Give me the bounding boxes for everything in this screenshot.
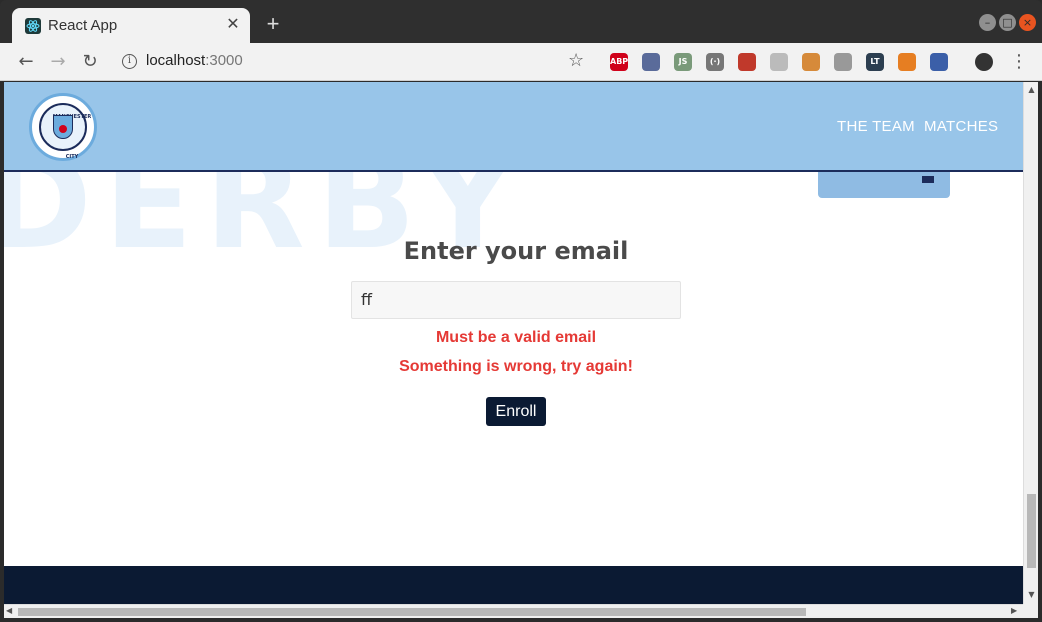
tiger-extension-icon[interactable] xyxy=(898,53,916,71)
enroll-form-title: Enter your email xyxy=(403,237,629,265)
enroll-button[interactable]: Enroll xyxy=(486,397,546,426)
nav-link-matches[interactable]: MATCHES xyxy=(924,118,998,135)
vertical-scroll-thumb[interactable] xyxy=(1027,494,1036,568)
browser-menu-icon[interactable]: ⋮ xyxy=(1010,51,1028,72)
scrollbar-corner xyxy=(1023,604,1038,618)
site-footer xyxy=(4,566,1023,604)
color-extension-icon[interactable] xyxy=(642,53,660,71)
page-viewport: MANCHESTER CITY THE TEAM MATCHES DERBY E… xyxy=(4,82,1023,604)
window-maximize-button[interactable]: □ xyxy=(999,14,1016,31)
submit-error-message: Something is wrong, try again! xyxy=(399,358,633,375)
window-minimize-button[interactable]: – xyxy=(979,14,996,31)
url-host: localhost xyxy=(146,52,206,69)
back-arrow-icon[interactable]: ← xyxy=(15,51,37,73)
timer-extension-icon[interactable] xyxy=(770,53,788,71)
browser-titlebar: React App ✕ + – □ × xyxy=(0,0,1042,43)
email-validation-error: Must be a valid email xyxy=(435,329,597,346)
url-port: :3000 xyxy=(205,52,243,69)
horizontal-scrollbar[interactable]: ◀ ▶ xyxy=(4,604,1023,618)
crest-rose-icon xyxy=(59,125,67,133)
cookie-extension-icon[interactable] xyxy=(802,53,820,71)
crest-ring: MANCHESTER CITY xyxy=(39,103,91,160)
forward-arrow-icon[interactable]: → xyxy=(47,51,69,73)
save-extension-icon[interactable] xyxy=(930,53,948,71)
browser-tab[interactable]: React App ✕ xyxy=(12,8,250,43)
tab-title: React App xyxy=(48,17,118,34)
profile-avatar-icon[interactable] xyxy=(975,53,993,71)
scroll-left-arrow-icon[interactable]: ◀ xyxy=(6,606,12,615)
bookmark-star-icon[interactable]: ☆ xyxy=(568,50,584,71)
browser-toolbar: ← → ↻ i localhost:3000 ☆ ABP JS (·) LT ⋮ xyxy=(0,43,1042,81)
horizontal-scroll-thumb[interactable] xyxy=(18,608,806,616)
site-header: MANCHESTER CITY THE TEAM MATCHES xyxy=(4,82,1023,172)
code-extension-icon[interactable]: (·) xyxy=(706,53,724,71)
jersey-tag xyxy=(922,176,934,183)
link-extension-icon[interactable] xyxy=(834,53,852,71)
club-crest-logo[interactable]: MANCHESTER CITY xyxy=(29,93,97,161)
scroll-down-arrow-icon[interactable]: ▼ xyxy=(1026,590,1037,599)
react-favicon-icon xyxy=(25,18,41,34)
scroll-right-arrow-icon[interactable]: ▶ xyxy=(1011,606,1017,615)
vertical-scrollbar[interactable]: ▲ ▼ xyxy=(1023,82,1038,604)
new-tab-button[interactable]: + xyxy=(262,13,284,35)
scroll-up-arrow-icon[interactable]: ▲ xyxy=(1026,85,1037,94)
lt-extension-icon[interactable]: LT xyxy=(866,53,884,71)
crest-text-bottom: CITY xyxy=(65,154,79,160)
puzzle-extension-icon[interactable] xyxy=(738,53,756,71)
email-input[interactable]: ff xyxy=(351,281,681,319)
nav-link-the-team[interactable]: THE TEAM xyxy=(837,118,915,135)
abp-extension-icon[interactable]: ABP xyxy=(610,53,628,71)
js-extension-icon[interactable]: JS xyxy=(674,53,692,71)
window-close-button[interactable]: × xyxy=(1019,14,1036,31)
tab-close-icon[interactable]: ✕ xyxy=(224,15,242,33)
site-info-icon[interactable]: i xyxy=(122,54,137,69)
address-bar[interactable]: localhost:3000 xyxy=(146,52,243,69)
reload-icon[interactable]: ↻ xyxy=(79,51,101,73)
